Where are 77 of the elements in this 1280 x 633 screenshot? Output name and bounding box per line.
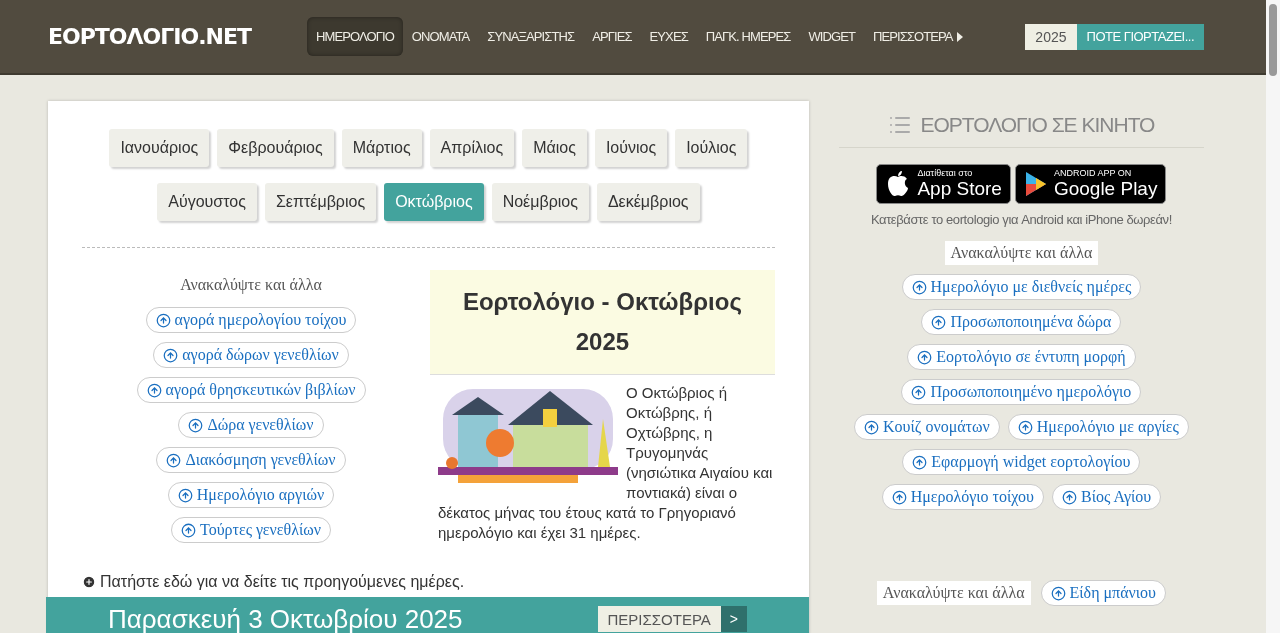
section-title: Ανακαλύψτε και άλλα bbox=[944, 241, 1099, 265]
circle-arrow-up-icon bbox=[181, 522, 196, 538]
previous-days-link[interactable]: Πατήστε εδώ για να δείτε τις προηγούμενες ημέρες. bbox=[82, 573, 775, 591]
link-pill[interactable]: Δώρα γενεθλίων bbox=[178, 412, 324, 438]
scrollbar-thumb[interactable] bbox=[1269, 4, 1277, 76]
year-field[interactable]: 2025 bbox=[1025, 23, 1077, 50]
link-pill[interactable]: Βίος Αγίου bbox=[1052, 484, 1162, 510]
month-button[interactable]: Ιούνιος bbox=[594, 129, 668, 167]
month-button[interactable]: Δεκέμβριος bbox=[596, 183, 700, 221]
link-pill[interactable]: αγορά θρησκευτικών βιβλίων bbox=[136, 377, 366, 403]
google-play-badge[interactable]: ANDROID APP ON Google Play bbox=[1014, 164, 1167, 204]
circle-arrow-up-icon bbox=[911, 279, 927, 295]
play-icon bbox=[1023, 171, 1048, 197]
link-pill[interactable]: Προσωποποιημένα δώρα bbox=[921, 309, 1122, 335]
month-button[interactable]: Μάρτιος bbox=[341, 129, 422, 167]
app-store-badge[interactable]: Διατίθεται στο App Store bbox=[876, 164, 1011, 204]
plus-icon bbox=[82, 575, 96, 589]
site-logo[interactable]: ΕΟΡΤΟΛΟΓΙΟ.NET bbox=[48, 24, 251, 49]
badge-caption: Διατίθεται στο bbox=[917, 168, 974, 178]
more-button[interactable]: ΠΕΡΙΣΣΟΤΕΡΑ bbox=[597, 606, 721, 632]
link-pill[interactable]: αγορά ημερολογίου τοίχου bbox=[145, 307, 357, 333]
circle-arrow-up-icon bbox=[864, 419, 879, 435]
circle-arrow-up-icon bbox=[188, 417, 204, 433]
month-description: Ο Οκτώβριος ή Οκτώβρης, ή Οχτώβρης, η Τρυγομηνάς (νησιώτικα Αιγαίου και ποντιακά) είναι ο δέκατος μήνας του έτους κατά το Γρηγοριανό ημερολόγιο και έχει 31 ημέρες. bbox=[438, 383, 774, 543]
download-note: Κατεβάστε το eortologio για Android και iPhone δωρεάν! bbox=[870, 212, 1172, 227]
nav-link[interactable]: ΣΥΝΑΞΑΡΙΣΤΗΣ bbox=[478, 17, 584, 56]
circle-arrow-up-icon bbox=[931, 314, 947, 330]
caret-icon bbox=[956, 31, 963, 42]
month-button[interactable]: Ιούλιος bbox=[675, 129, 748, 167]
badge-caption: ANDROID APP ON bbox=[1053, 168, 1133, 178]
link-pill[interactable]: Κουίζ ονομάτων bbox=[854, 414, 1000, 440]
nav-link[interactable]: ΗΜΕΡΟΛΟΓΙΟ bbox=[307, 17, 403, 56]
circle-arrow-up-icon bbox=[911, 384, 927, 400]
link-pill[interactable]: Ημερολόγιο τοίχου bbox=[881, 484, 1044, 510]
circle-arrow-up-icon bbox=[163, 347, 179, 363]
section-title: Ανακαλύψτε και άλλα bbox=[180, 276, 322, 294]
section-title: Ανακαλύψτε και άλλα bbox=[876, 581, 1031, 605]
badge-title: App Store bbox=[917, 178, 1002, 200]
link-pill[interactable]: Ημερολόγιο αργιών bbox=[167, 482, 335, 508]
nav-link[interactable]: WIDGET bbox=[799, 17, 864, 56]
link-pill[interactable]: Τούρτες γενεθλίων bbox=[171, 517, 331, 543]
circle-arrow-up-icon bbox=[1050, 585, 1066, 601]
link-pill[interactable]: Είδη μπάνιου bbox=[1040, 580, 1166, 606]
circle-arrow-up-icon bbox=[166, 452, 182, 468]
circle-arrow-up-icon bbox=[912, 454, 928, 470]
month-button[interactable]: Αύγουστος bbox=[157, 183, 257, 221]
link-pill[interactable]: Διακόσμηση γενεθλίων bbox=[156, 447, 346, 473]
month-button[interactable]: Σεπτέμβριος bbox=[264, 183, 377, 221]
nav-link[interactable]: ΕΥΧΕΣ bbox=[640, 17, 697, 56]
scrollbar[interactable] bbox=[1266, 0, 1280, 633]
circle-arrow-up-icon bbox=[1017, 419, 1033, 435]
badge-title: Google Play bbox=[1053, 178, 1158, 200]
nav-link[interactable]: ΠΕΡΙΣΣΟΤΕΡΑ bbox=[864, 17, 972, 56]
month-button[interactable]: Ιανουάριος bbox=[109, 129, 210, 167]
circle-arrow-up-icon bbox=[917, 349, 933, 365]
month-button[interactable]: Μάιος bbox=[522, 129, 587, 167]
next-button[interactable]: > bbox=[720, 606, 747, 632]
day-date: Παρασκευή 3 Οκτωβρίου 2025 bbox=[108, 603, 464, 633]
circle-arrow-up-icon bbox=[155, 312, 171, 328]
month-button[interactable]: Νοέμβριος bbox=[491, 183, 589, 221]
month-button[interactable]: Φεβρουάριος bbox=[217, 129, 334, 167]
month-button[interactable]: Απρίλιος bbox=[429, 129, 515, 167]
circle-arrow-up-icon bbox=[1062, 489, 1077, 505]
link-pill[interactable]: Εφαρμογή widget εορτολογίου bbox=[902, 449, 1141, 475]
nav-link[interactable]: ΑΡΓΙΕΣ bbox=[583, 17, 641, 56]
sidebar-title: ΕΟΡΤΟΛΟΓΙΟ ΣΕ ΚΙΝΗΤΟ bbox=[920, 113, 1155, 137]
link-pill[interactable]: Εορτολόγιο σε έντυπη μορφή bbox=[907, 344, 1136, 370]
link-pill[interactable]: Ημερολόγιο με διεθνείς ημέρες bbox=[901, 274, 1142, 300]
link-pill[interactable]: Ημερολόγιο με αργίες bbox=[1007, 414, 1189, 440]
circle-arrow-up-icon bbox=[177, 487, 193, 503]
link-pill[interactable]: αγορά δώρων γενεθλίων bbox=[153, 342, 349, 368]
month-title: Εορτολόγιο - Οκτώβριος 2025 bbox=[430, 270, 775, 375]
nav-link[interactable]: ΟΝΟΜΑΤΑ bbox=[402, 17, 479, 56]
link-pill[interactable]: Προσωποποιημένο ημερολόγιο bbox=[901, 379, 1142, 405]
circle-arrow-up-icon bbox=[891, 489, 907, 505]
circle-arrow-up-icon bbox=[146, 382, 162, 398]
nav-link[interactable]: ΠΑΓΚ. ΗΜΕΡΕΣ bbox=[696, 17, 800, 56]
